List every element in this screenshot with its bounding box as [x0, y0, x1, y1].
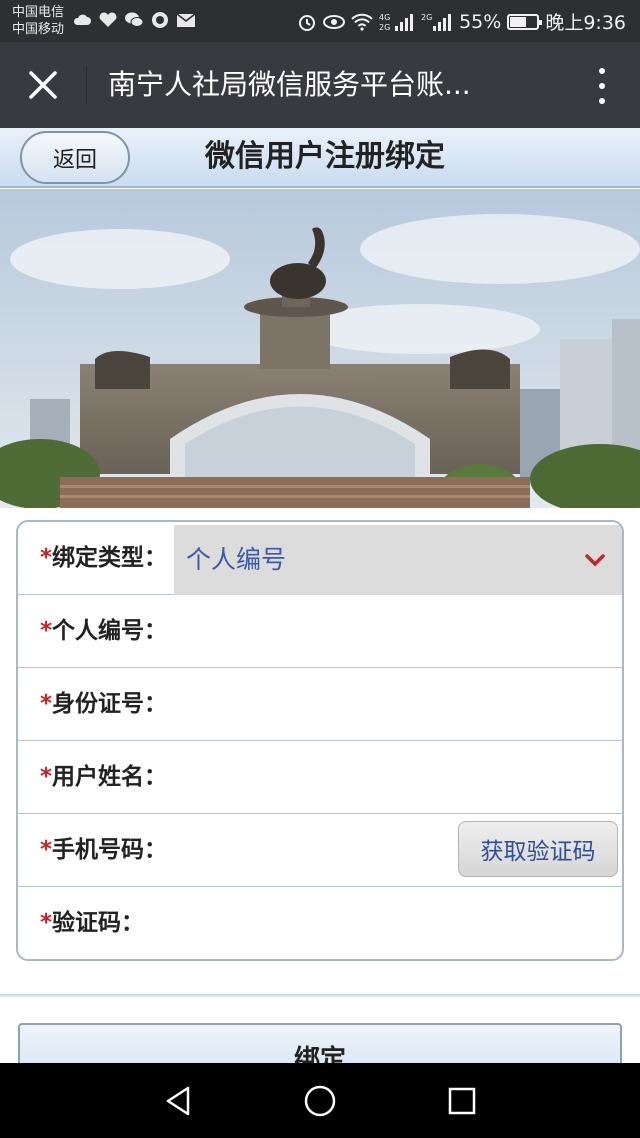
field-label: *身份证号： [40, 668, 167, 740]
health-icon [99, 12, 117, 27]
phone-label: 手机号码： [52, 837, 168, 863]
triangle-back-icon [166, 1086, 190, 1116]
wifi-icon [351, 13, 373, 31]
eye-icon [323, 14, 346, 29]
wechat-title-bar: 南宁人社局微信服务平台账... [0, 42, 640, 128]
more-dot-icon [599, 83, 605, 89]
form-row-user-name: *用户姓名： [18, 741, 622, 814]
signal-4g-icon: 4G2G [379, 13, 414, 32]
chevron-down-icon [585, 554, 605, 567]
id-card-input[interactable] [178, 680, 598, 728]
required-mark: * [40, 910, 53, 936]
bind-type-label: 绑定类型： [52, 545, 168, 571]
battery-fill [510, 16, 526, 27]
wechat-icon [125, 12, 144, 27]
field-label: *绑定类型： [40, 522, 167, 594]
cloud-icon [73, 14, 91, 25]
svg-text:2G: 2G [421, 13, 432, 22]
carrier-2: 中国移动 [12, 22, 65, 37]
user-name-label: 用户姓名： [52, 764, 168, 790]
user-name-input[interactable] [178, 753, 598, 801]
svg-text:2G: 2G [379, 23, 390, 32]
battery-icon [507, 13, 543, 30]
nav-recents-button[interactable] [442, 1081, 482, 1121]
mail-icon [176, 13, 196, 27]
field-label: *用户姓名： [40, 741, 167, 813]
field-label: *手机号码： [40, 814, 167, 886]
required-mark: * [40, 545, 53, 571]
section-divider [0, 994, 640, 997]
screen: 中国电信 中国移动 4G 2G 2G 55% 晚上9:36 南宁人社局微信服务平台… [0, 0, 640, 1138]
title-divider [86, 66, 87, 104]
required-mark: * [40, 837, 53, 863]
required-mark: * [40, 618, 53, 644]
more-dot-icon [599, 98, 605, 104]
clock: 晚上9:36 [545, 12, 626, 34]
personal-id-input[interactable] [178, 607, 598, 655]
signal-2g-icon: 2G [421, 13, 452, 31]
status-right: 4G 2G 2G 55% 晚上9:36 [297, 8, 626, 35]
circle-home-icon [304, 1085, 336, 1117]
binding-form: *绑定类型： 个人编号 *个人编号： *身份证号： *用户姓名： *手机号码： … [16, 520, 624, 961]
close-button[interactable] [20, 62, 66, 108]
form-row-verify-code: *验证码： [18, 887, 622, 959]
svg-text:4G: 4G [379, 13, 390, 22]
bind-type-value: 个人编号 [186, 545, 287, 574]
banner-image [0, 189, 640, 508]
back-button[interactable]: 返回 [20, 131, 130, 184]
form-row-id-card: *身份证号： [18, 668, 622, 741]
form-row-bind-type: *绑定类型： 个人编号 [18, 522, 622, 595]
field-label: *个人编号： [40, 595, 167, 667]
personal-id-label: 个人编号： [52, 618, 168, 644]
page-header: 微信用户注册绑定 返回 [0, 128, 640, 188]
form-row-personal-id: *个人编号： [18, 595, 622, 668]
elephant-monument-image [0, 189, 640, 508]
nav-back-button[interactable] [158, 1081, 198, 1121]
nav-home-button[interactable] [300, 1081, 340, 1121]
verify-code-label: 验证码： [52, 910, 145, 936]
battery-percent: 55% [459, 10, 502, 33]
alarm-icon [299, 14, 316, 31]
more-menu-button[interactable] [590, 66, 614, 106]
phone-input[interactable] [178, 826, 448, 874]
verify-code-input[interactable] [178, 899, 598, 947]
id-card-label: 身份证号： [52, 691, 168, 717]
more-dot-icon [599, 68, 605, 74]
get-code-button[interactable]: 获取验证码 [458, 821, 618, 877]
notification-icons [72, 11, 196, 29]
android-nav-bar [0, 1063, 640, 1138]
status-bar: 中国电信 中国移动 4G 2G 2G 55% 晚上9:36 [0, 0, 640, 42]
chat-icon [152, 12, 168, 28]
bind-type-select[interactable]: 个人编号 [174, 525, 622, 595]
window-title: 南宁人社局微信服务平台账... [108, 68, 471, 101]
close-icon [29, 71, 57, 99]
form-row-phone: *手机号码： 获取验证码 [18, 814, 622, 887]
required-mark: * [40, 691, 53, 717]
square-recents-icon [448, 1087, 476, 1115]
carrier-info: 中国电信 中国移动 [12, 4, 64, 38]
carrier-1: 中国电信 [12, 5, 65, 20]
field-label: *验证码： [40, 887, 144, 959]
required-mark: * [40, 764, 53, 790]
